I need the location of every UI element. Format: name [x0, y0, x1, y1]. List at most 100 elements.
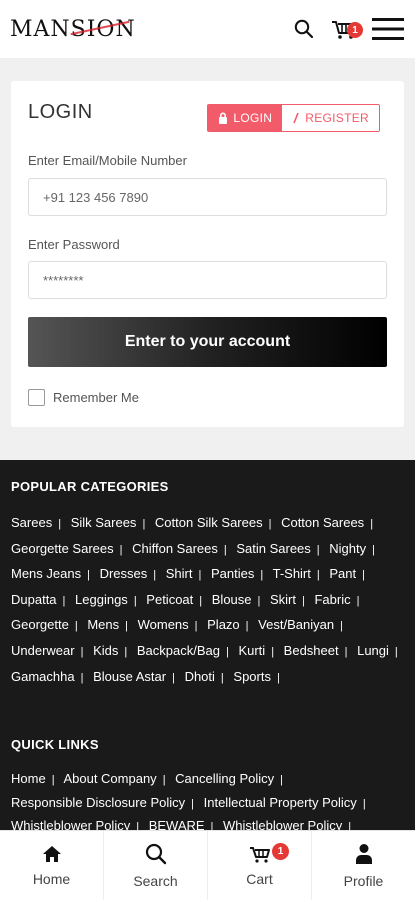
nav-cart-badge: 1: [272, 843, 289, 860]
tab-register[interactable]: REGISTER: [282, 105, 379, 131]
link-separator: |: [225, 645, 229, 658]
category-link[interactable]: Shirt: [166, 566, 193, 581]
link-separator: |: [80, 671, 84, 684]
category-link[interactable]: Kurti: [238, 643, 265, 658]
login-submit-button[interactable]: Enter to your account: [28, 317, 387, 367]
bottom-nav: Home Search 1 Cart Profile: [0, 830, 415, 900]
category-link[interactable]: Skirt: [270, 592, 296, 607]
link-separator: |: [362, 569, 365, 582]
link-separator: |: [245, 620, 249, 633]
category-link[interactable]: Plazo: [207, 617, 240, 632]
category-link[interactable]: Dresses: [100, 566, 148, 581]
category-link[interactable]: Georgette: [11, 617, 69, 632]
remember-checkbox[interactable]: [28, 389, 45, 406]
link-separator: |: [119, 543, 123, 556]
link-separator: |: [340, 620, 343, 633]
link-separator: |: [87, 569, 90, 582]
tab-login-label: LOGIN: [233, 111, 273, 125]
link-separator: |: [125, 620, 128, 633]
category-link[interactable]: Sports: [233, 669, 271, 684]
category-link[interactable]: Gamachha: [11, 669, 75, 684]
category-link[interactable]: Silk Sarees: [71, 515, 137, 530]
category-link[interactable]: Blouse Astar: [93, 669, 166, 684]
app-header: MANSION 1: [0, 0, 415, 58]
quick-link[interactable]: Intellectual Property Policy: [204, 795, 357, 810]
category-link[interactable]: Satin Sarees: [236, 541, 310, 556]
link-separator: |: [268, 518, 272, 530]
nav-cart-label: Cart: [246, 870, 273, 887]
category-link[interactable]: Panties: [211, 566, 254, 581]
link-separator: |: [199, 594, 203, 607]
category-link[interactable]: Mens: [87, 617, 119, 632]
category-link[interactable]: Dhoti: [185, 669, 215, 684]
home-icon: [42, 845, 61, 862]
category-link[interactable]: Bedsheet: [284, 643, 339, 658]
logo[interactable]: MANSION: [10, 17, 136, 42]
password-field[interactable]: [28, 261, 387, 299]
link-separator: |: [260, 569, 264, 582]
login-title: LOGIN: [28, 101, 93, 123]
quick-link[interactable]: Cancelling Policy: [175, 771, 274, 786]
lock-icon: [219, 112, 228, 124]
category-link[interactable]: Womens: [138, 617, 189, 632]
link-separator: |: [276, 671, 280, 684]
link-separator: |: [153, 569, 157, 582]
link-separator: |: [162, 774, 166, 786]
categories-title: POPULAR CATEGORIES: [11, 479, 169, 494]
quick-link[interactable]: About Company: [63, 771, 156, 786]
category-link[interactable]: Chiffon Sarees: [132, 541, 218, 556]
search-icon: [145, 843, 166, 864]
category-link[interactable]: Cotton Sarees: [281, 515, 364, 530]
nav-search[interactable]: Search: [104, 831, 208, 900]
quick-link[interactable]: Responsible Disclosure Policy: [11, 795, 185, 810]
category-link[interactable]: T-Shirt: [273, 566, 311, 581]
category-link[interactable]: Sarees: [11, 515, 52, 530]
quick-link[interactable]: Home: [11, 771, 46, 786]
search-icon[interactable]: [291, 16, 317, 42]
header-actions: 1: [291, 16, 405, 42]
link-separator: |: [316, 543, 320, 556]
nav-home[interactable]: Home: [0, 831, 104, 900]
email-label: Enter Email/Mobile Number: [28, 153, 187, 168]
link-separator: |: [280, 774, 284, 786]
link-separator: |: [172, 671, 175, 684]
link-separator: |: [370, 518, 374, 530]
link-separator: |: [133, 594, 137, 607]
link-separator: |: [62, 594, 66, 607]
category-link[interactable]: Peticoat: [146, 592, 193, 607]
link-separator: |: [58, 518, 62, 530]
password-label: Enter Password: [28, 237, 120, 252]
tab-login[interactable]: LOGIN: [208, 105, 283, 131]
cart-icon: [249, 846, 270, 863]
link-separator: |: [220, 671, 224, 684]
category-link[interactable]: Backpack/Bag: [137, 643, 220, 658]
email-field[interactable]: [28, 178, 387, 216]
nav-cart[interactable]: 1 Cart: [208, 831, 312, 900]
nav-profile[interactable]: Profile: [312, 831, 415, 900]
category-link[interactable]: Kids: [93, 643, 118, 658]
category-link[interactable]: Fabric: [314, 592, 350, 607]
link-separator: |: [362, 797, 366, 810]
quick-links: Home | About Company | Cancelling Policy | …: [11, 768, 407, 839]
category-link[interactable]: Underwear: [11, 643, 75, 658]
quick-links-title: QUICK LINKS: [11, 737, 99, 752]
nav-home-label: Home: [32, 870, 71, 887]
category-link[interactable]: Mens Jeans: [11, 566, 81, 581]
link-separator: |: [80, 645, 84, 658]
menu-icon[interactable]: [371, 16, 405, 42]
remember-me[interactable]: Remember Me: [28, 389, 139, 406]
link-separator: |: [194, 620, 198, 633]
category-link[interactable]: Pant: [329, 566, 356, 581]
category-link[interactable]: Cotton Silk Sarees: [155, 515, 263, 530]
category-link[interactable]: Dupatta: [11, 592, 57, 607]
link-separator: |: [191, 797, 194, 810]
category-link[interactable]: Lungi: [357, 643, 389, 658]
category-link[interactable]: Blouse: [212, 592, 252, 607]
cart-icon[interactable]: 1: [331, 16, 363, 42]
category-link[interactable]: Nighty: [329, 541, 366, 556]
link-separator: |: [316, 569, 320, 582]
category-link[interactable]: Leggings: [75, 592, 128, 607]
category-link[interactable]: Georgette Sarees: [11, 541, 114, 556]
category-link[interactable]: Vest/Baniyan: [258, 617, 334, 632]
link-separator: |: [372, 543, 375, 556]
